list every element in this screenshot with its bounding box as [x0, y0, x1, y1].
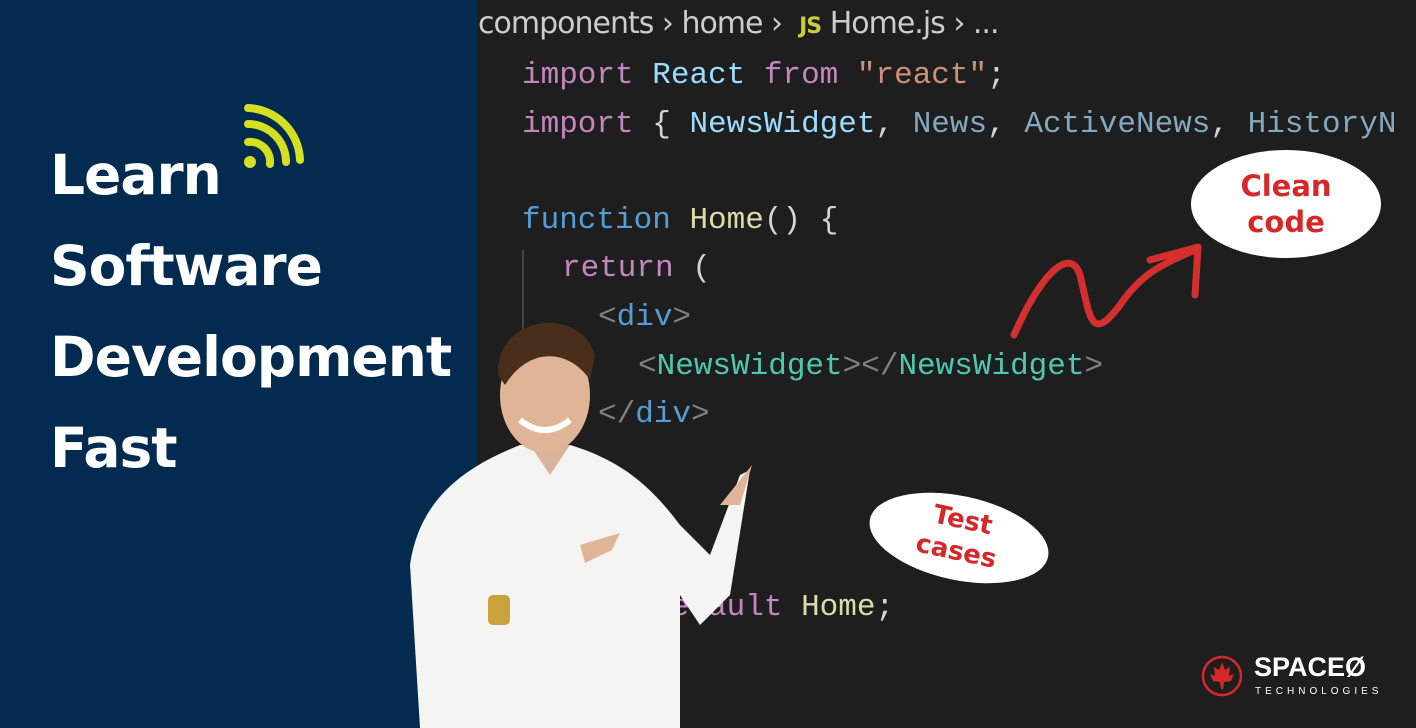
logo-name: SPACEØ: [1254, 652, 1367, 682]
wifi-signal-icon: [244, 104, 304, 168]
arrow-icon: [1010, 243, 1202, 339]
logo-tagline: TECHNOLOGIES: [1255, 686, 1383, 697]
code-line: function Home() {: [522, 203, 839, 238]
code-line: import { NewsWidget, News, ActiveNews, H…: [522, 107, 1397, 142]
person-photo: [410, 322, 752, 728]
code-line: import React from "react";: [522, 58, 1006, 93]
maple-leaf-icon: [1201, 655, 1243, 697]
clean-code-callout: Clean code: [1191, 150, 1381, 258]
code-line: return (: [562, 251, 711, 286]
breadcrumb: components › home › JS Home.js › ...: [478, 6, 999, 41]
js-file-icon: JS: [799, 14, 822, 39]
